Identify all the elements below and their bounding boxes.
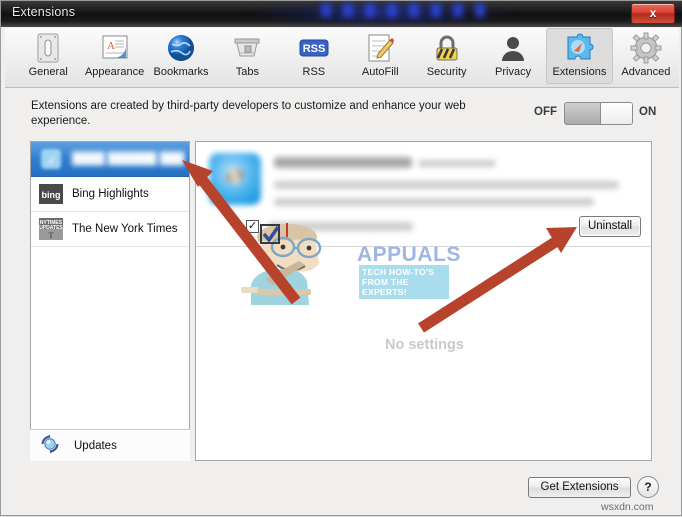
toolbar-item-extensions[interactable]: Extensions bbox=[546, 28, 613, 84]
bookmarks-icon bbox=[165, 32, 197, 64]
toolbar-item-appearance[interactable]: A Appearance bbox=[81, 28, 147, 84]
toggle-on-label: ON bbox=[639, 106, 657, 118]
toggle-off-label: OFF bbox=[534, 106, 557, 118]
toolbar-item-bookmarks[interactable]: Bookmarks bbox=[148, 28, 214, 84]
appuals-tagline: TECH HOW-TO'S FROM THE EXPERTS! bbox=[359, 265, 449, 299]
tabs-icon bbox=[231, 32, 263, 64]
extension-blue-icon bbox=[209, 153, 261, 205]
extensions-master-toggle[interactable] bbox=[564, 102, 633, 125]
extensions-list[interactable]: ████ ██████ ███ bing Bing Highlights NYT… bbox=[30, 141, 190, 461]
extensions-puzzle-icon bbox=[563, 32, 595, 64]
titlebar-glow-secondary bbox=[321, 3, 491, 17]
general-icon bbox=[32, 32, 64, 64]
title-bar: Extensions x bbox=[1, 1, 682, 27]
toolbar-item-security[interactable]: Security bbox=[413, 28, 479, 84]
svg-text:A: A bbox=[107, 40, 115, 52]
extension-vendor-blurred bbox=[418, 160, 496, 167]
list-item-label: The New York Times bbox=[72, 223, 178, 235]
updates-label: Updates bbox=[74, 439, 117, 452]
help-button[interactable]: ? bbox=[637, 476, 659, 498]
extension-description-line-2 bbox=[274, 198, 594, 206]
bing-icon: bing bbox=[38, 181, 64, 207]
nytimes-icon: NYTIMES UPDATES T bbox=[38, 216, 64, 242]
toolbar-label-bookmarks: Bookmarks bbox=[153, 66, 209, 78]
rss-icon: RSS bbox=[298, 32, 330, 64]
toggle-knob bbox=[600, 103, 632, 124]
extension-title-blurred bbox=[274, 157, 412, 168]
toolbar-label-autofill: AutoFill bbox=[361, 66, 399, 78]
toolbar-label-tabs: Tabs bbox=[235, 66, 260, 78]
toolbar-label-advanced: Advanced bbox=[621, 66, 671, 78]
toolbar-item-rss[interactable]: RSS RSS bbox=[281, 28, 347, 84]
list-item-label: Bing Highlights bbox=[72, 188, 149, 200]
autofill-icon bbox=[364, 32, 396, 64]
advanced-gear-icon bbox=[630, 32, 662, 64]
toolbar-item-advanced[interactable]: Advanced bbox=[613, 28, 679, 84]
get-extensions-button[interactable]: Get Extensions bbox=[528, 477, 631, 498]
appuals-mascot-icon bbox=[241, 223, 322, 305]
toolbar-label-security: Security bbox=[426, 66, 467, 78]
appearance-icon: A bbox=[99, 32, 131, 64]
uninstall-button[interactable]: Uninstall bbox=[579, 216, 641, 237]
appuals-brand-text: APPUALS bbox=[357, 243, 461, 266]
source-watermark: wsxdn.com bbox=[601, 501, 654, 513]
toolbar-label-privacy: Privacy bbox=[495, 66, 532, 78]
extension-icon bbox=[38, 146, 64, 172]
toolbar-label-appearance: Appearance bbox=[84, 66, 145, 78]
list-item-new-york-times[interactable]: NYTIMES UPDATES T The New York Times bbox=[31, 212, 189, 247]
svg-text:T: T bbox=[49, 231, 54, 240]
refresh-icon bbox=[39, 433, 65, 459]
preferences-toolbar: General A Appearance Bookmarks Tabs RSS … bbox=[5, 28, 679, 88]
svg-text:bing: bing bbox=[42, 190, 61, 200]
no-settings-label: No settings bbox=[385, 337, 464, 353]
toolbar-item-tabs[interactable]: Tabs bbox=[214, 28, 280, 84]
extension-icon-needle bbox=[225, 166, 245, 186]
description-row: Extensions are created by third-party de… bbox=[1, 89, 682, 135]
security-lock-icon bbox=[431, 32, 463, 64]
extension-description-line-1 bbox=[274, 181, 619, 189]
toolbar-item-general[interactable]: General bbox=[15, 28, 81, 84]
svg-text:RSS: RSS bbox=[303, 43, 326, 55]
updates-row[interactable]: Updates bbox=[30, 429, 190, 461]
toolbar-item-privacy[interactable]: Privacy bbox=[480, 28, 546, 84]
toolbar-item-autofill[interactable]: AutoFill bbox=[347, 28, 413, 84]
extensions-description: Extensions are created by third-party de… bbox=[31, 100, 466, 127]
list-item-label: ████ ██████ ███ bbox=[72, 153, 185, 165]
list-item-selected-extension[interactable]: ████ ██████ ███ bbox=[31, 142, 189, 177]
window-title: Extensions bbox=[12, 5, 76, 19]
appuals-watermark: APPUALS TECH HOW-TO'S FROM THE EXPERTS! bbox=[239, 217, 460, 317]
close-button[interactable]: x bbox=[631, 3, 675, 24]
toolbar-label-rss: RSS bbox=[302, 66, 326, 78]
toolbar-label-extensions: Extensions bbox=[552, 66, 607, 78]
toolbar-label-general: General bbox=[28, 66, 68, 78]
privacy-person-icon bbox=[497, 32, 529, 64]
extensions-preferences-window: Extensions x General A Appearance Bookma… bbox=[0, 0, 682, 516]
list-item-bing-highlights[interactable]: bing Bing Highlights bbox=[31, 177, 189, 212]
